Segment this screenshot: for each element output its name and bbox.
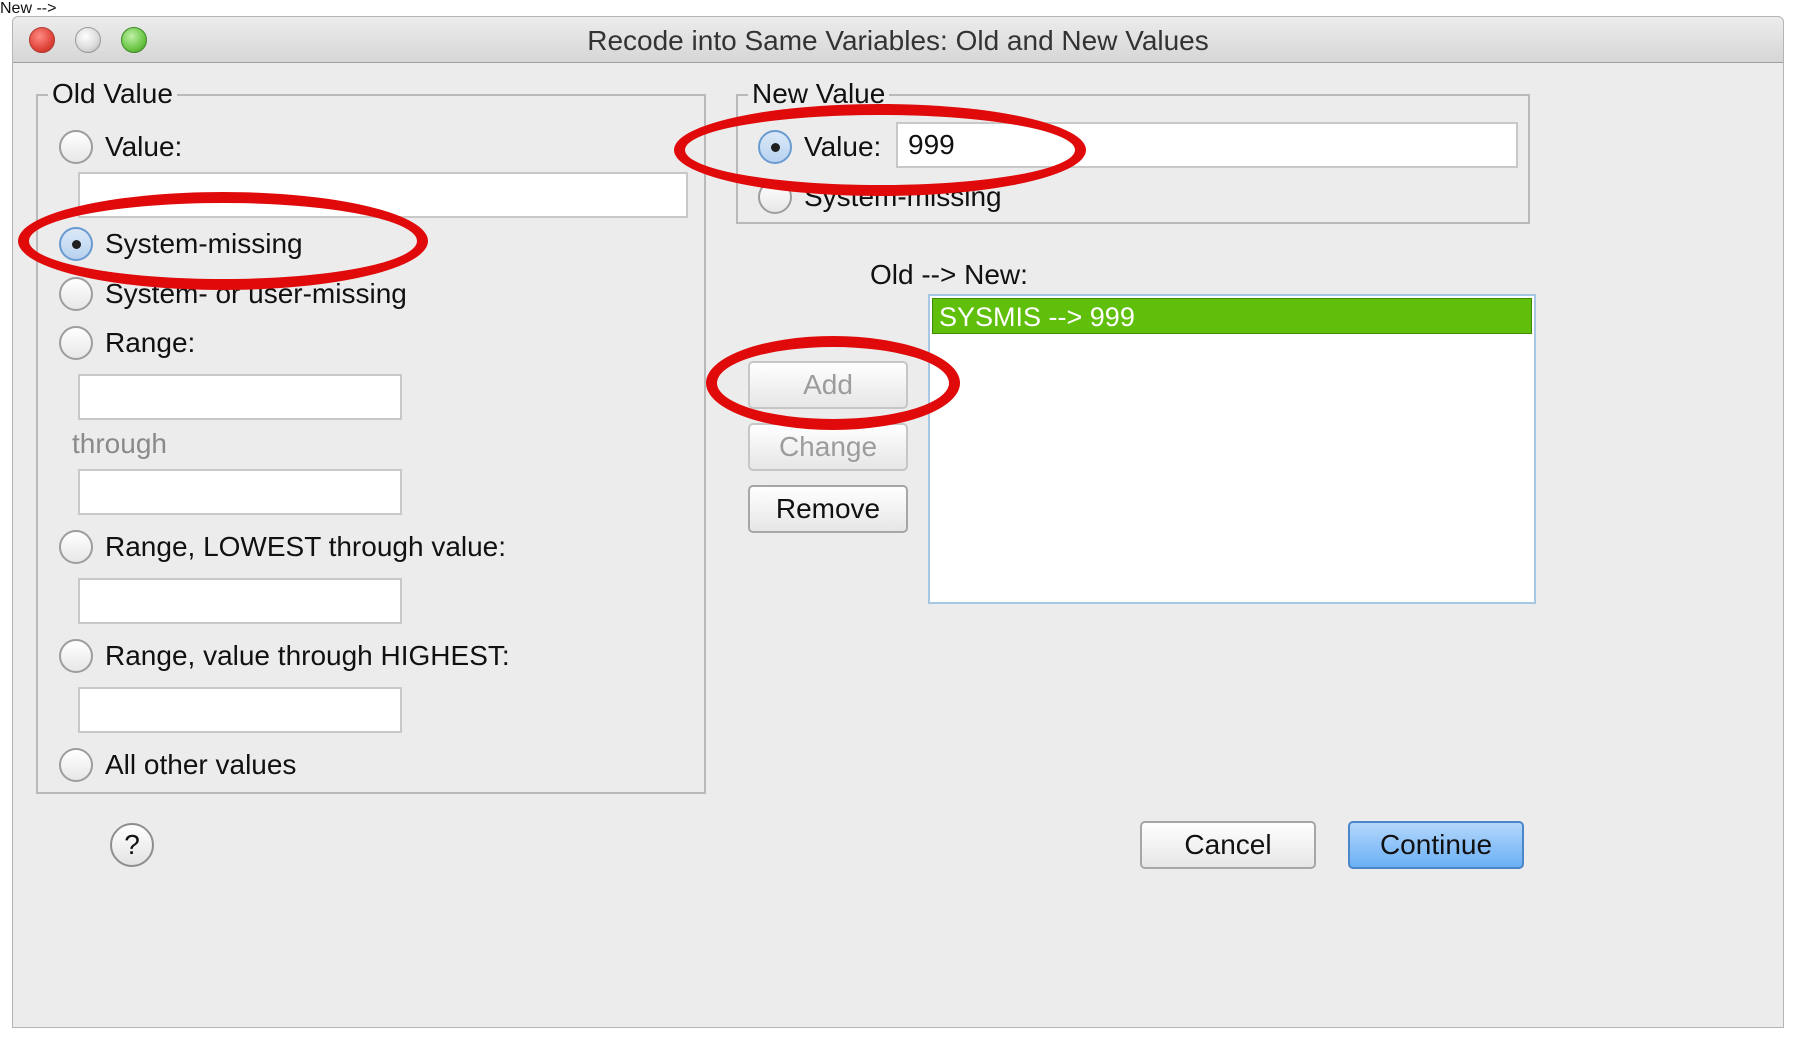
old-range-radio[interactable] <box>59 326 93 360</box>
new-value-radio-label: Value: <box>804 131 882 162</box>
range-highest-input[interactable] <box>78 687 402 733</box>
old-value-group-label: Old Value <box>48 78 177 110</box>
old-value-input[interactable] <box>78 172 688 218</box>
old-all-other-radio-row[interactable]: All other values <box>59 748 296 782</box>
window-title: Recode into Same Variables: Old and New … <box>587 25 1209 56</box>
old-all-other-radio[interactable] <box>59 748 93 782</box>
old-system-or-user-missing-radio[interactable] <box>59 277 93 311</box>
cancel-button[interactable]: Cancel <box>1140 821 1316 869</box>
old-system-missing-radio-row[interactable]: System-missing <box>59 227 303 261</box>
mapping-list-item[interactable]: SYSMIS --> 999 <box>932 298 1532 334</box>
old-range-highest-label: Range, value through HIGHEST: <box>105 640 510 671</box>
old-range-radio-row[interactable]: Range: <box>59 326 195 360</box>
new-value-radio[interactable] <box>758 130 792 164</box>
title-bar: Recode into Same Variables: Old and New … <box>13 17 1783 63</box>
through-label: through <box>72 428 167 459</box>
old-range-highest-radio-row[interactable]: Range, value through HIGHEST: <box>59 639 510 673</box>
old-system-or-user-missing-radio-row[interactable]: System- or user-missing <box>59 277 407 311</box>
old-range-label: Range: <box>105 327 196 358</box>
new-value-radio-row[interactable]: Value: <box>758 130 881 164</box>
mapping-listbox[interactable]: SYSMIS --> 999 <box>928 294 1536 604</box>
old-range-lowest-label: Range, LOWEST through value: <box>105 531 507 562</box>
range-lowest-input[interactable] <box>78 578 402 624</box>
range-to-input[interactable] <box>78 469 402 515</box>
old-value-radio-row[interactable]: Value: <box>59 130 182 164</box>
old-value-radio[interactable] <box>59 130 93 164</box>
old-all-other-label: All other values <box>105 749 297 780</box>
range-from-input[interactable] <box>78 374 402 420</box>
old-system-or-user-missing-label: System- or user-missing <box>105 278 407 309</box>
new-value-input[interactable]: 999 <box>896 122 1518 168</box>
old-range-lowest-radio-row[interactable]: Range, LOWEST through value: <box>59 530 506 564</box>
change-button[interactable]: Change <box>748 423 908 471</box>
old-system-missing-radio[interactable] <box>59 227 93 261</box>
remove-button[interactable]: Remove <box>748 485 908 533</box>
new-system-missing-radio-row[interactable]: System-missing <box>758 180 1002 214</box>
old-range-highest-radio[interactable] <box>59 639 93 673</box>
mapping-label: Old --> New: <box>870 259 1028 290</box>
help-button[interactable]: ? <box>110 823 154 867</box>
new-system-missing-label: System-missing <box>804 181 1002 212</box>
new-system-missing-radio[interactable] <box>758 180 792 214</box>
old-range-lowest-radio[interactable] <box>59 530 93 564</box>
continue-button[interactable]: Continue <box>1348 821 1524 869</box>
old-value-radio-label: Value: <box>105 131 183 162</box>
old-system-missing-label: System-missing <box>105 228 303 259</box>
new-value-group-label: New Value <box>748 78 890 110</box>
add-button[interactable]: Add <box>748 361 908 409</box>
